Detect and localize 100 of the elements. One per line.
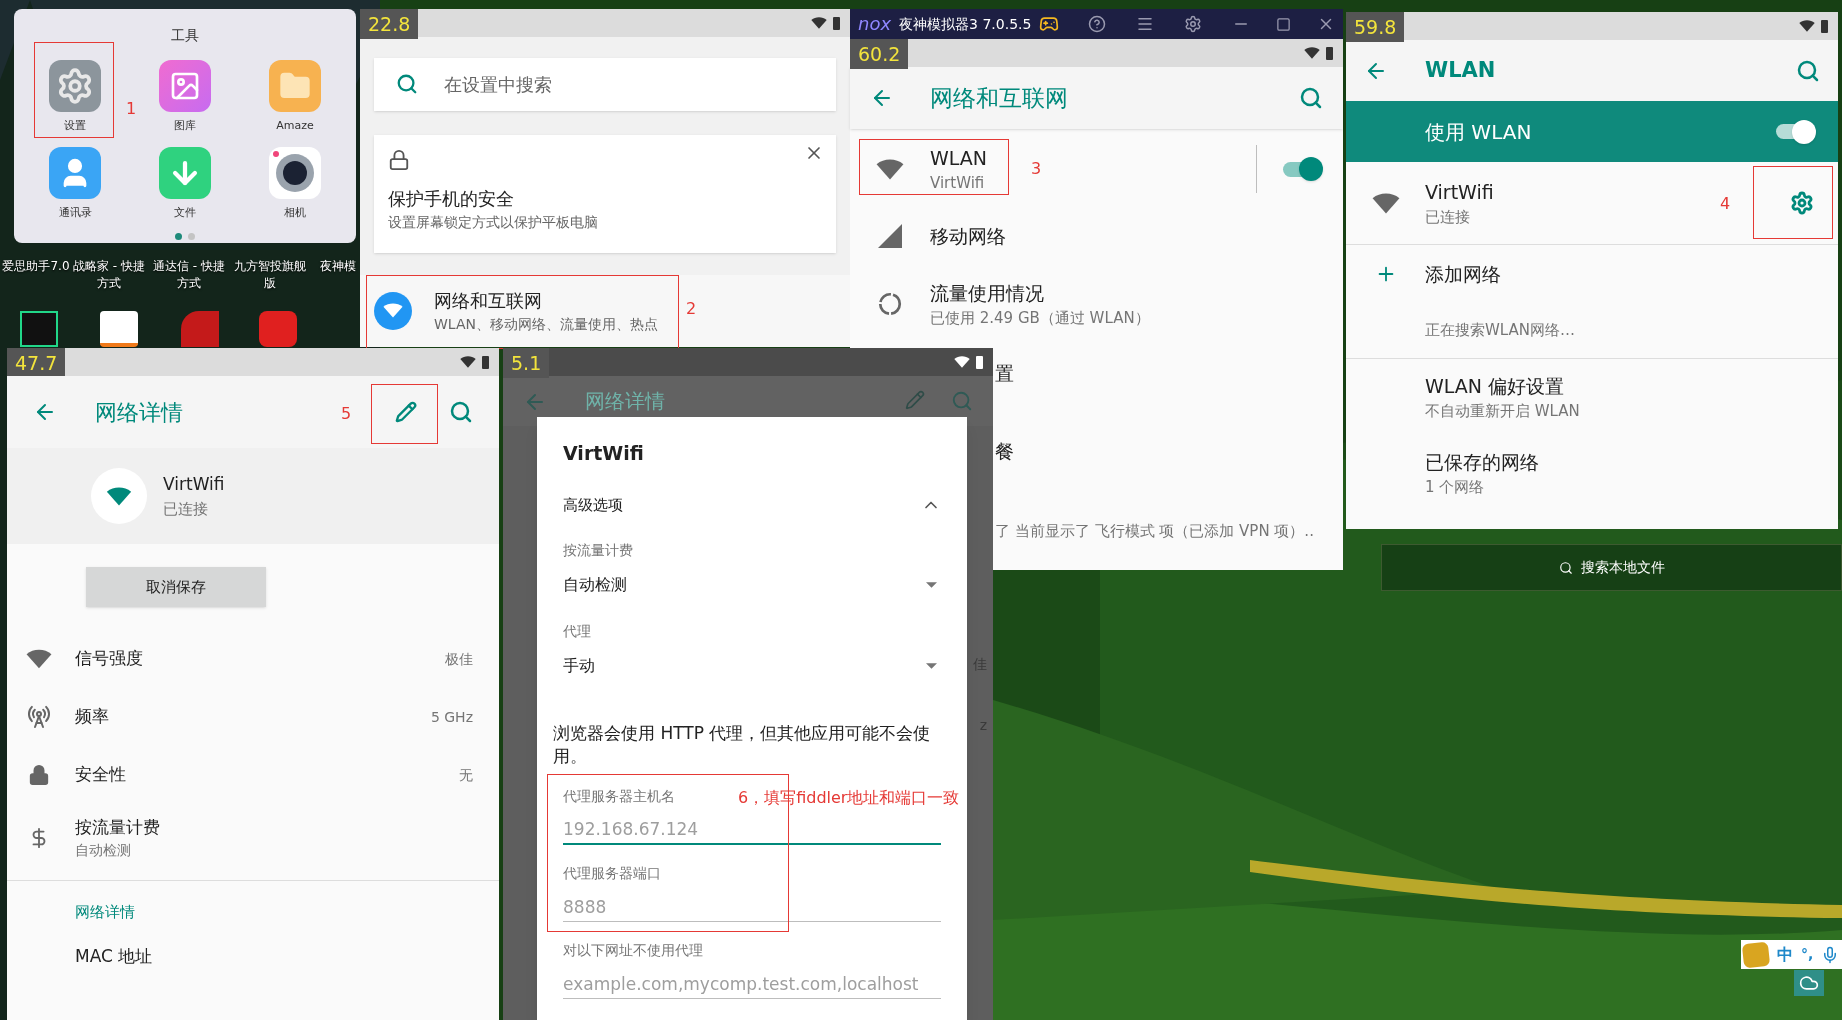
desktop-icon-label[interactable]: 通达信 - 快捷方式 <box>152 258 226 292</box>
logo-icon[interactable] <box>1741 941 1771 968</box>
app-icon[interactable] <box>20 311 58 347</box>
row-value: 极佳 <box>445 649 473 669</box>
wifi-icon <box>1304 47 1320 59</box>
fps-counter: 5.1 <box>503 348 550 378</box>
footer-text: 了 当前显示了 飞行模式 项（已添加 VPN 项）.. <box>995 520 1314 542</box>
desktop-icon-label[interactable]: 爱思助手7.0 <box>2 258 70 275</box>
edit-icon[interactable] <box>395 401 417 423</box>
battery-icon <box>1821 19 1828 33</box>
row-label[interactable]: 按流量计费 <box>75 814 160 841</box>
desktop-icon-label[interactable]: 战略家 - 快捷方式 <box>72 258 146 292</box>
item-subtitle: 已使用 2.49 GB（通过 WLAN） <box>930 308 1150 329</box>
row-label[interactable]: 信号强度 <box>75 646 143 672</box>
row-label[interactable]: MAC 地址 <box>75 943 499 969</box>
cloud-icon[interactable] <box>1794 970 1824 996</box>
annotation-box <box>371 384 438 444</box>
search-field[interactable]: 在设置中搜索 <box>374 58 836 111</box>
page-title: 网络详情 <box>95 398 183 427</box>
field-label: 代理服务器主机名 <box>563 787 675 806</box>
item-title[interactable]: 流量使用情况 <box>930 278 1150 307</box>
settings-icon[interactable] <box>1790 191 1814 215</box>
item-title[interactable]: 餐 <box>995 436 1014 466</box>
antenna-icon <box>27 705 51 729</box>
network-status: 已连接 <box>1425 207 1471 228</box>
gamepad-icon[interactable] <box>1039 14 1060 34</box>
lock-icon <box>388 148 410 171</box>
app-label[interactable]: 通讯录 <box>58 204 92 221</box>
dropdown[interactable]: 手动 <box>563 654 941 678</box>
app-label[interactable]: 图库 <box>174 118 196 135</box>
field-label: 代理服务器端口 <box>563 864 661 883</box>
app-label[interactable]: 设置 <box>64 118 86 135</box>
window-title: 夜神模拟器3 7.0.5.5 <box>899 14 1032 34</box>
fps-counter: 59.8 <box>1346 12 1405 42</box>
network-name: VirtWifi <box>163 473 225 496</box>
dialog-title: VirtWifi <box>563 441 645 466</box>
battery-icon <box>1326 46 1333 60</box>
field-label: 对以下网址不使用代理 <box>563 941 703 960</box>
card-title: 保护手机的安全 <box>388 186 515 211</box>
page-title: WLAN <box>1425 56 1496 84</box>
item-title[interactable]: WLAN <box>930 143 988 172</box>
search-icon <box>951 390 973 412</box>
row-label[interactable]: 频率 <box>75 704 109 730</box>
wifi-icon <box>1371 192 1400 214</box>
network-name[interactable]: VirtWifi <box>1425 177 1494 206</box>
item-title[interactable]: 移动网络 <box>930 221 1006 251</box>
field-label: 按流量计费 <box>563 541 633 560</box>
input-field[interactable]: 192.168.67.124 <box>563 815 941 845</box>
dropdown[interactable]: 自动检测 <box>563 573 941 597</box>
app-label[interactable]: Amaze <box>276 118 314 135</box>
advanced-options-toggle[interactable]: 高级选项 <box>563 493 941 516</box>
row-value: 5 GHz <box>430 707 473 727</box>
folder-title: 工具 <box>171 26 199 45</box>
desktop-icon-label[interactable]: 夜神模 <box>320 258 356 275</box>
data-usage-icon <box>877 291 903 317</box>
input-field[interactable]: 8888 <box>563 892 941 922</box>
help-icon[interactable] <box>1088 15 1106 33</box>
forget-button[interactable]: 取消保存 <box>86 567 266 607</box>
app-label[interactable]: 相机 <box>284 204 306 221</box>
toggle-switch[interactable] <box>1283 157 1323 181</box>
row-subtitle: 自动检测 <box>75 841 132 861</box>
item-title[interactable]: 已保存的网络 <box>1425 447 1838 476</box>
item-title[interactable]: 置 <box>995 358 1014 388</box>
search-icon[interactable] <box>449 400 473 424</box>
network-status: 已连接 <box>163 498 209 520</box>
app-label[interactable]: 文件 <box>174 204 196 221</box>
field-label: 代理 <box>563 622 591 641</box>
annotation-number: 1 <box>126 98 137 120</box>
app-logo: nox <box>858 15 892 33</box>
contacts-icon[interactable] <box>49 146 101 199</box>
master-switch-label: 使用 WLAN <box>1425 118 1532 146</box>
searching-text: 正在搜索WLAN网络… <box>1425 320 1575 342</box>
search-icon[interactable] <box>1796 58 1820 83</box>
wifi-icon <box>876 158 904 180</box>
search-icon[interactable] <box>1299 86 1323 110</box>
settings-icon[interactable] <box>1184 15 1202 33</box>
language-indicator[interactable]: 中 <box>1777 942 1793 967</box>
search-field[interactable]: 搜索本地文件 <box>1381 544 1842 591</box>
add-network-item[interactable]: 添加网络 <box>1425 259 1501 289</box>
search-icon <box>396 73 418 96</box>
wifi-icon <box>954 356 970 368</box>
camera-icon[interactable] <box>269 146 321 199</box>
input-field[interactable]: example.com,mycomp.test.com,localhost <box>563 969 941 999</box>
gallery-icon[interactable] <box>159 60 211 112</box>
item-title[interactable]: WLAN 偏好设置 <box>1425 371 1838 400</box>
wifi-icon <box>383 303 403 319</box>
annotation-number: 4 <box>1720 193 1731 215</box>
battery-icon <box>976 355 983 369</box>
item-title[interactable]: 网络和互联网 <box>434 286 658 314</box>
desktop-icon-label[interactable]: 九方智投旗舰版 <box>232 258 308 292</box>
item-subtitle: 不自动重新开启 WLAN <box>1425 401 1581 422</box>
menu-icon[interactable] <box>1136 15 1154 33</box>
dropdown-arrow-icon <box>926 582 937 588</box>
battery-icon <box>482 355 489 369</box>
toggle-switch[interactable] <box>1776 119 1816 144</box>
row-label[interactable]: 安全性 <box>75 762 126 788</box>
fps-counter: 60.2 <box>850 39 909 69</box>
wifi-icon <box>811 17 827 29</box>
maximize-icon[interactable] <box>1276 16 1291 32</box>
punctuation-indicator[interactable]: °, <box>1801 944 1814 965</box>
